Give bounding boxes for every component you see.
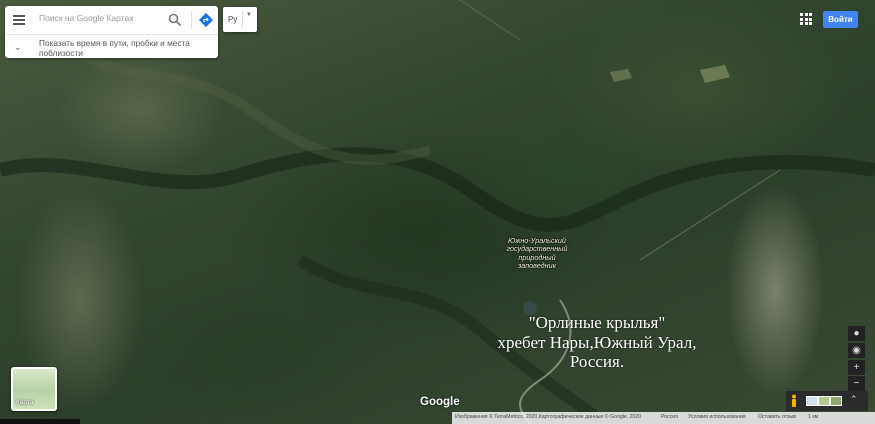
globe-icon[interactable]: ●: [848, 326, 865, 341]
search-input[interactable]: Поиск на Google Картах: [39, 13, 133, 23]
imagery-thumb[interactable]: [818, 396, 830, 406]
search-icon[interactable]: [168, 13, 182, 27]
caret-down-icon: ▼: [246, 12, 252, 18]
menu-icon[interactable]: [13, 15, 25, 25]
terrain-overlay: [0, 0, 875, 424]
zoom-in-button[interactable]: +: [848, 360, 865, 375]
photo-caption: "Орлиные крылья" хребет Нары,Южный Урал,…: [482, 313, 712, 372]
search-panel: Поиск на Google Картах ⌄ Показать время …: [5, 6, 218, 58]
caption-line: Россия.: [569, 352, 625, 371]
layer-toggle-label: Карта: [16, 399, 34, 406]
language-selector[interactable]: Ру ▼: [223, 7, 257, 32]
country-link[interactable]: Россия: [661, 414, 678, 420]
map-layer-toggle[interactable]: Карта: [11, 367, 57, 411]
expand-up-icon[interactable]: ⌃: [850, 394, 858, 405]
pegman-icon[interactable]: [791, 394, 797, 408]
apps-grid-icon[interactable]: [800, 13, 812, 25]
feedback-link[interactable]: Оставить отзыв: [758, 414, 796, 420]
divider: [191, 11, 192, 29]
terms-link[interactable]: Условия использования: [688, 414, 746, 420]
attribution-text: Изображения © TerraMetrics, 2020,Картогр…: [455, 414, 642, 420]
sign-in-button[interactable]: Войти: [823, 11, 858, 28]
scale-label[interactable]: 1 км: [808, 414, 818, 420]
caption-line: хребет Нары,Южный Урал,: [497, 332, 697, 352]
language-label: Ру: [228, 15, 238, 24]
imagery-thumb[interactable]: [806, 396, 818, 406]
place-label[interactable]: Южно-Уральский государственный природный…: [499, 236, 575, 270]
google-logo: Google: [420, 396, 460, 408]
zoom-out-button[interactable]: −: [848, 376, 865, 391]
hint-text: Показать время в пути, пробки и места по…: [39, 38, 190, 58]
travel-time-hint[interactable]: ⌄ Показать время в пути, пробки и места …: [5, 34, 218, 59]
map-footer: Изображения © TerraMetrics, 2020,Картогр…: [452, 412, 875, 424]
directions-icon[interactable]: [198, 12, 214, 28]
divider: [242, 11, 243, 28]
search-row: Поиск на Google Картах: [5, 6, 218, 34]
caption-line: "Орлиные крылья": [528, 313, 666, 332]
chevron-down-icon: ⌄: [14, 42, 22, 52]
imagery-thumb[interactable]: [830, 396, 842, 406]
bottom-edge: [0, 419, 80, 424]
my-location-icon[interactable]: ◉: [848, 343, 865, 358]
satellite-map[interactable]: [0, 0, 875, 424]
